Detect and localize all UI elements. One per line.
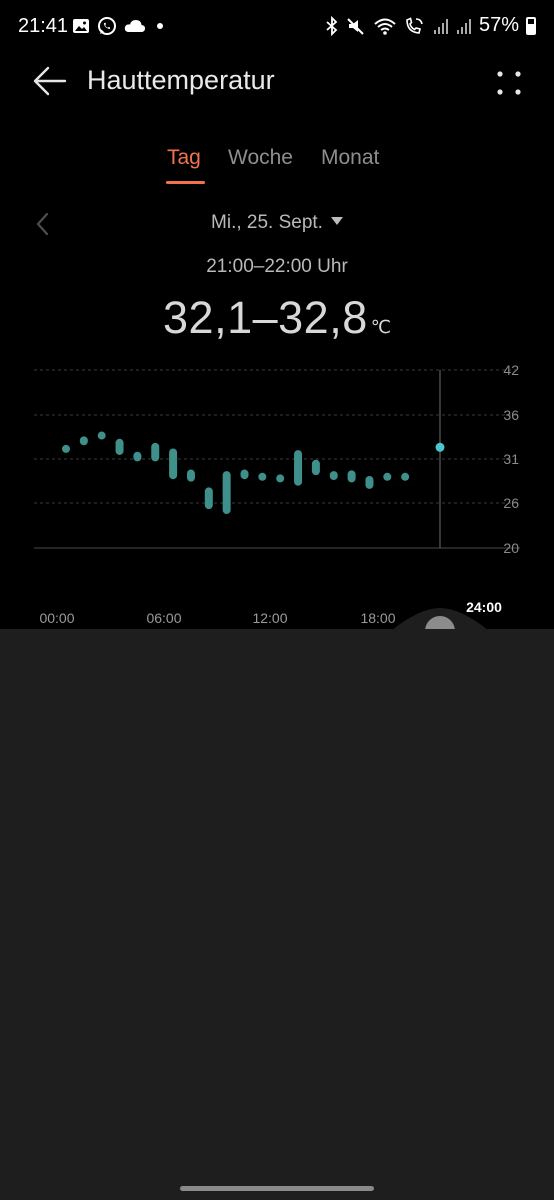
range-bar: [329, 471, 338, 481]
range-bar: [79, 436, 88, 446]
status-bar: 21:41 57%: [0, 0, 554, 54]
wifi-call-icon: [406, 16, 423, 34]
y-tick-label: 42: [503, 362, 519, 378]
y-tick-label: 31: [503, 451, 519, 467]
range-bar: [258, 472, 267, 481]
range-bar: [365, 475, 374, 489]
more-options-button[interactable]: [494, 68, 524, 98]
period-tabs: Tag Woche Monat: [0, 146, 554, 186]
gallery-icon: [73, 19, 89, 33]
status-time: 21:41: [18, 15, 69, 37]
page-title: Hauttemperatur: [87, 65, 275, 95]
range-bar: [401, 472, 410, 481]
details-sheet: [0, 629, 554, 1200]
selected-time-range: 21:00–22:00 Uhr: [206, 256, 348, 277]
signal-icon: [456, 18, 471, 34]
date-label: Mi., 25. Sept.: [211, 212, 323, 233]
date-dropdown[interactable]: Mi., 25. Sept.: [0, 212, 554, 234]
range-bar: [133, 451, 142, 462]
y-tick-label: 36: [503, 407, 519, 423]
whatsapp-icon: [98, 17, 116, 35]
range-bar: [151, 442, 160, 462]
range-bar: [383, 472, 392, 481]
range-bar: [276, 474, 285, 483]
x-tick-label: 06:00: [146, 610, 181, 626]
range-bar: [97, 431, 106, 440]
battery-icon: [526, 16, 536, 35]
tab-monat[interactable]: Monat: [321, 146, 379, 170]
y-tick-label: 26: [503, 495, 519, 511]
range-bar: [169, 448, 178, 480]
y-tick-label: 20: [503, 540, 519, 556]
app-bar: Hauttemperatur: [0, 54, 554, 110]
range-bar: [294, 450, 303, 486]
wifi-icon: [374, 18, 396, 35]
tab-tag[interactable]: Tag: [167, 146, 201, 170]
x-tick-label: 18:00: [360, 610, 395, 626]
range-bar: [347, 470, 356, 483]
signal-icon: [433, 18, 448, 34]
tab-woche[interactable]: Woche: [228, 146, 293, 170]
temperature-chart[interactable]: 42 36 31 26 20 00:00 06:00 12:00 18:00 24:00: [0, 340, 554, 640]
range-bar: [311, 459, 320, 476]
mute-icon: [347, 17, 364, 35]
range-bar: [62, 444, 70, 453]
selected-value: 32,1–32,8 ℃: [0, 292, 554, 344]
x-tick-label: 00:00: [39, 610, 74, 626]
range-bar: [222, 471, 231, 515]
range-bar: [186, 469, 195, 482]
bluetooth-icon: [326, 15, 338, 36]
four-dots-icon: [497, 71, 521, 95]
gesture-handle[interactable]: [180, 1186, 374, 1191]
range-bar: [240, 469, 249, 480]
cloud-icon: [124, 20, 146, 32]
battery-percent: 57%: [478, 14, 519, 36]
range-bar: [115, 438, 124, 455]
back-button[interactable]: [32, 64, 72, 100]
range-bar: [204, 487, 213, 510]
temperature-range-value: 32,1–32,8: [163, 292, 368, 343]
arrow-left-icon: [33, 66, 67, 96]
x-tick-label: 24:00: [466, 599, 502, 615]
selected-data-point: [435, 442, 445, 452]
x-tick-label: 12:00: [252, 610, 287, 626]
status-left-icons: [72, 16, 167, 36]
status-right-icons: 57%: [325, 14, 536, 37]
active-tab-indicator: [166, 181, 205, 184]
dot-icon: [157, 23, 163, 29]
caret-down-icon: [330, 217, 343, 225]
temperature-unit: ℃: [370, 317, 391, 337]
